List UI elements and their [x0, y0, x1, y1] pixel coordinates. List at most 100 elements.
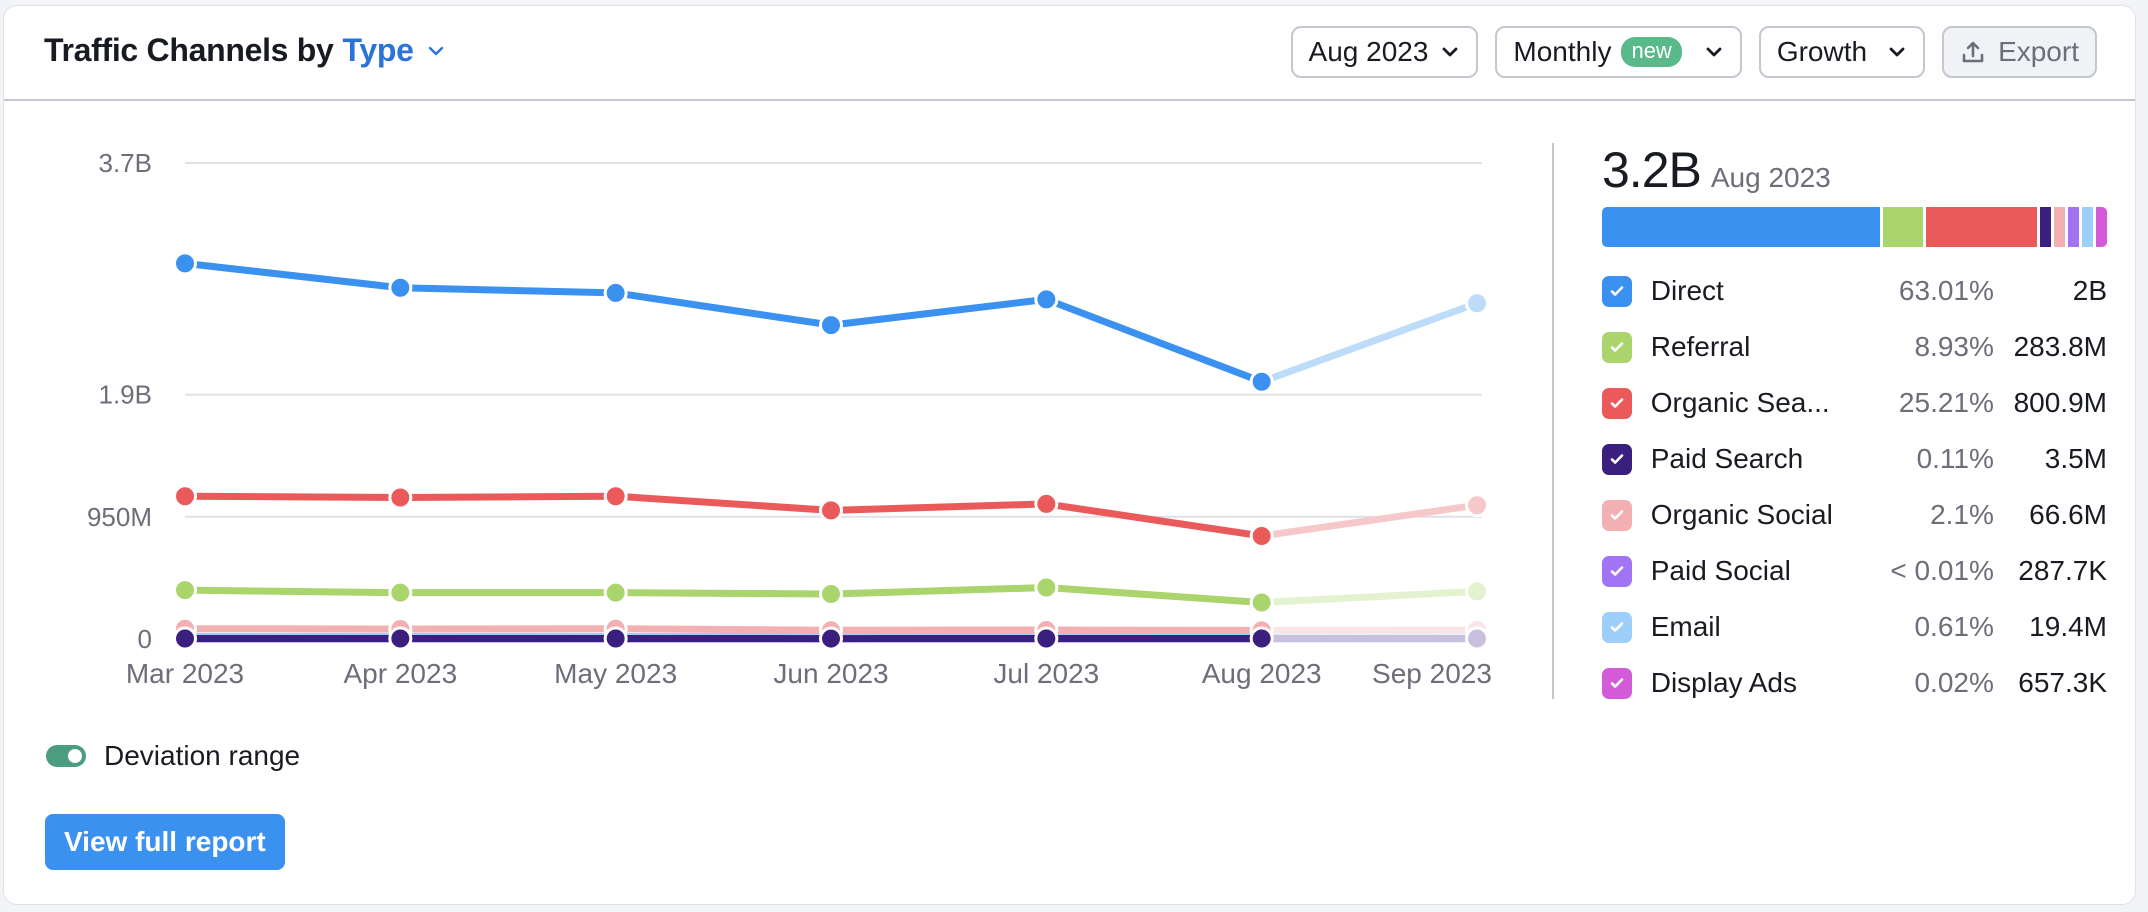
data-point[interactable]	[388, 485, 413, 510]
data-point[interactable]	[603, 580, 628, 605]
line-segment	[615, 589, 832, 598]
channel-share: 63.01%	[1898, 275, 1994, 306]
channel-name: Paid Social	[1650, 555, 1791, 586]
channel-legend: Direct 63.01% 2B Referral 8.93% 283.8M Organic…	[1602, 263, 2107, 711]
x-tick-label: Mar 2023	[126, 658, 244, 689]
data-point[interactable]	[173, 626, 197, 651]
legend-row: Referral 8.93% 283.8M	[1602, 319, 2107, 375]
line-chart: 0 950M 1.9B 3.7B Mar 2023 Apr 2023 May 2023 Ju…	[87, 148, 1492, 689]
date-select-label: Aug 2023	[1308, 36, 1429, 67]
bar-segment-display-ads	[2095, 207, 2107, 247]
upload-icon	[1962, 41, 1984, 63]
line-segment	[615, 492, 832, 514]
legend-row: Display Ads 0.02% 657.3K	[1602, 655, 2107, 711]
data-point[interactable]	[1034, 575, 1059, 600]
channel-checkbox[interactable]	[1602, 555, 1632, 587]
data-point[interactable]	[388, 626, 413, 651]
channel-value: 2B	[2072, 275, 2107, 306]
legend-row: Organic Sea... 25.21% 800.9M	[1602, 375, 2107, 431]
channel-checkbox[interactable]	[1602, 611, 1632, 643]
deviation-range-control: Deviation range	[46, 740, 300, 772]
data-point[interactable]	[603, 484, 628, 509]
type-dropdown-label: Type	[342, 32, 414, 68]
data-point[interactable]	[1249, 590, 1274, 615]
channel-checkbox[interactable]	[1602, 667, 1632, 699]
data-point[interactable]	[388, 580, 413, 605]
legend-row: Direct 63.01% 2B	[1602, 263, 2107, 319]
view-full-report-button[interactable]: View full report	[45, 814, 285, 870]
channel-name: Paid Search	[1650, 443, 1804, 474]
deviation-range-toggle[interactable]	[46, 745, 86, 767]
export-label: Export	[1998, 36, 2079, 67]
line-segment	[830, 500, 1047, 514]
channel-checkbox[interactable]	[1602, 331, 1632, 363]
data-point[interactable]	[603, 280, 628, 305]
channel-name: Organic Social	[1650, 499, 1833, 530]
data-point[interactable]	[1249, 523, 1274, 548]
bar-segment-paid-search	[2039, 207, 2051, 247]
channel-share: 2.1%	[1930, 499, 1994, 530]
chevron-down-icon	[428, 46, 443, 55]
legend-row: Paid Social < 0.01% 287.7K	[1602, 543, 2107, 599]
line-segment	[830, 584, 1047, 598]
line-segment	[400, 284, 616, 297]
y-tick-label: 0	[138, 624, 152, 654]
period-select-label: Monthly	[1513, 36, 1612, 67]
bar-segment-organic-sea-	[1925, 207, 2037, 247]
channel-value: 66.6M	[2029, 499, 2107, 530]
channel-checkbox[interactable]	[1602, 387, 1632, 419]
data-point[interactable]	[1034, 287, 1059, 312]
checkmark-icon	[1610, 286, 1624, 296]
share-stacked-bar	[1602, 207, 2107, 247]
checkmark-icon	[1610, 398, 1624, 408]
y-tick-label: 1.9B	[99, 380, 153, 410]
legend-row: Paid Search 0.11% 3.5M	[1602, 431, 2107, 487]
line-segment	[184, 586, 401, 597]
metric-select[interactable]: Growth	[1758, 26, 1926, 78]
data-point[interactable]	[173, 484, 197, 509]
export-button[interactable]: Export	[1942, 26, 2097, 78]
series-referral	[173, 575, 1489, 615]
data-point[interactable]	[1249, 369, 1274, 394]
channel-share: 25.21%	[1898, 387, 1994, 418]
data-point[interactable]	[173, 251, 197, 276]
bar-segment-paid-social	[2067, 207, 2079, 247]
title-prefix: Traffic Channels by	[44, 32, 334, 68]
data-point[interactable]	[388, 275, 413, 300]
data-point[interactable]	[1034, 626, 1059, 651]
channel-value: 3.5M	[2044, 443, 2107, 474]
line-segment	[1261, 587, 1478, 606]
channel-checkbox[interactable]	[1602, 275, 1632, 307]
channel-share: 0.61%	[1914, 611, 1994, 642]
data-point[interactable]	[1034, 491, 1059, 516]
y-tick-label: 3.7B	[99, 148, 153, 178]
period-select[interactable]: Monthly new	[1495, 26, 1742, 78]
line-segment	[1045, 296, 1263, 385]
line-segment	[615, 625, 832, 634]
type-dropdown[interactable]: Type	[343, 32, 446, 69]
checkmark-icon	[1610, 622, 1624, 632]
data-point[interactable]	[603, 626, 628, 651]
data-point[interactable]	[1465, 579, 1489, 604]
data-point[interactable]	[819, 626, 843, 651]
data-point[interactable]	[819, 581, 843, 606]
date-select[interactable]: Aug 2023	[1290, 26, 1479, 78]
chevron-down-icon	[1443, 47, 1458, 57]
data-point[interactable]	[1465, 493, 1489, 518]
data-point[interactable]	[1249, 626, 1274, 651]
channel-checkbox[interactable]	[1602, 499, 1632, 531]
data-point[interactable]	[819, 498, 843, 523]
channel-share: 0.02%	[1914, 667, 1994, 698]
channel-name: Organic Sea...	[1650, 387, 1830, 418]
data-point[interactable]	[1465, 291, 1489, 316]
x-tick-label: Jun 2023	[773, 658, 888, 689]
line-segment	[1046, 584, 1262, 606]
channel-checkbox[interactable]	[1602, 443, 1632, 475]
line-segment	[184, 259, 401, 292]
channel-value: 287.7K	[2018, 555, 2107, 586]
data-point[interactable]	[1465, 626, 1489, 651]
line-segment	[830, 295, 1047, 329]
data-point[interactable]	[173, 578, 197, 603]
x-tick-label: Jul 2023	[993, 658, 1099, 689]
data-point[interactable]	[819, 313, 843, 338]
